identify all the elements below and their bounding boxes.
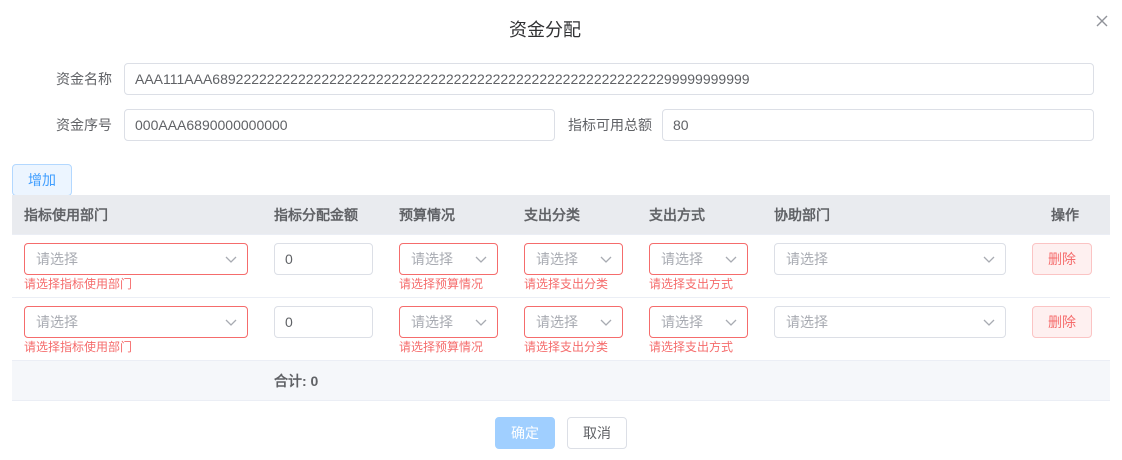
budget-select[interactable]: 请选择 xyxy=(399,243,498,275)
category-select[interactable]: 请选择 xyxy=(524,243,623,275)
th-budget: 预算情况 xyxy=(399,207,455,223)
add-button[interactable]: 增加 xyxy=(12,164,72,196)
dept-error: 请选择指标使用部门 xyxy=(24,277,133,291)
confirm-button[interactable]: 确定 xyxy=(495,417,555,449)
cancel-button[interactable]: 取消 xyxy=(567,417,627,449)
dept-select-placeholder: 请选择 xyxy=(36,314,78,330)
fund-no-input[interactable]: 000AAA6890000000000 xyxy=(124,109,555,141)
chevron-down-icon xyxy=(475,256,487,263)
delete-button[interactable]: 删除 xyxy=(1032,306,1092,338)
table-row: 请选择 请选择指标使用部门 0 请选择 请选择预算情况 请选择 请选择支出分类 … xyxy=(12,298,1110,361)
budget-error: 请选择预算情况 xyxy=(399,277,484,291)
fund-name-label: 资金名称 xyxy=(56,71,112,87)
th-dept: 指标使用部门 xyxy=(24,207,108,223)
method-error: 请选择支出方式 xyxy=(649,277,734,291)
method-select-placeholder: 请选择 xyxy=(661,314,703,330)
category-error: 请选择支出分类 xyxy=(524,277,609,291)
category-select-placeholder: 请选择 xyxy=(536,251,578,267)
assist-select-placeholder: 请选择 xyxy=(786,314,828,330)
sum-total: 合计: 0 xyxy=(274,373,319,389)
chevron-down-icon xyxy=(475,319,487,326)
dept-select[interactable]: 请选择 xyxy=(24,306,248,338)
budget-select-placeholder: 请选择 xyxy=(411,314,453,330)
dept-select[interactable]: 请选择 xyxy=(24,243,248,275)
dept-error: 请选择指标使用部门 xyxy=(24,340,133,354)
dept-select-placeholder: 请选择 xyxy=(36,251,78,267)
chevron-down-icon xyxy=(600,319,612,326)
budget-select-placeholder: 请选择 xyxy=(411,251,453,267)
th-amount: 指标分配金额 xyxy=(274,207,358,223)
table-header: 指标使用部门 指标分配金额 预算情况 支出分类 支出方式 协助部门 操作 xyxy=(12,195,1110,235)
category-select-placeholder: 请选择 xyxy=(536,314,578,330)
chevron-down-icon xyxy=(725,319,737,326)
chevron-down-icon xyxy=(983,319,995,326)
dialog-title: 资金分配 xyxy=(509,20,581,40)
assist-dept-select[interactable]: 请选择 xyxy=(774,243,1006,275)
budget-error: 请选择预算情况 xyxy=(399,340,484,354)
amount-input[interactable]: 0 xyxy=(274,306,373,338)
fund-name-input[interactable]: AAA111AAA6892222222222222222222222222222… xyxy=(124,63,1094,95)
chevron-down-icon xyxy=(600,256,612,263)
chevron-down-icon xyxy=(983,256,995,263)
close-icon[interactable] xyxy=(1093,12,1111,30)
total-available-input[interactable]: 80 xyxy=(662,109,1094,141)
method-select[interactable]: 请选择 xyxy=(649,306,748,338)
chevron-down-icon xyxy=(225,256,237,263)
assist-dept-select[interactable]: 请选择 xyxy=(774,306,1006,338)
th-method: 支出方式 xyxy=(649,207,705,223)
fund-allocation-dialog: 资金分配 资金名称 AAA111AAA689222222222222222222… xyxy=(0,0,1122,460)
th-action: 操作 xyxy=(1051,207,1079,223)
amount-input[interactable]: 0 xyxy=(274,243,373,275)
category-select[interactable]: 请选择 xyxy=(524,306,623,338)
th-category: 支出分类 xyxy=(524,207,580,223)
delete-button[interactable]: 删除 xyxy=(1032,243,1092,275)
summary-row: 合计: 0 xyxy=(12,361,1110,401)
chevron-down-icon xyxy=(725,256,737,263)
th-assist: 协助部门 xyxy=(774,207,830,223)
method-error: 请选择支出方式 xyxy=(649,340,734,354)
table-row: 请选择 请选择指标使用部门 0 请选择 请选择预算情况 请选择 请选择支出分类 … xyxy=(12,235,1110,298)
assist-select-placeholder: 请选择 xyxy=(786,251,828,267)
chevron-down-icon xyxy=(225,319,237,326)
method-select[interactable]: 请选择 xyxy=(649,243,748,275)
category-error: 请选择支出分类 xyxy=(524,340,609,354)
total-available-label: 指标可用总额 xyxy=(568,117,652,133)
method-select-placeholder: 请选择 xyxy=(661,251,703,267)
fund-no-label: 资金序号 xyxy=(56,117,112,133)
budget-select[interactable]: 请选择 xyxy=(399,306,498,338)
